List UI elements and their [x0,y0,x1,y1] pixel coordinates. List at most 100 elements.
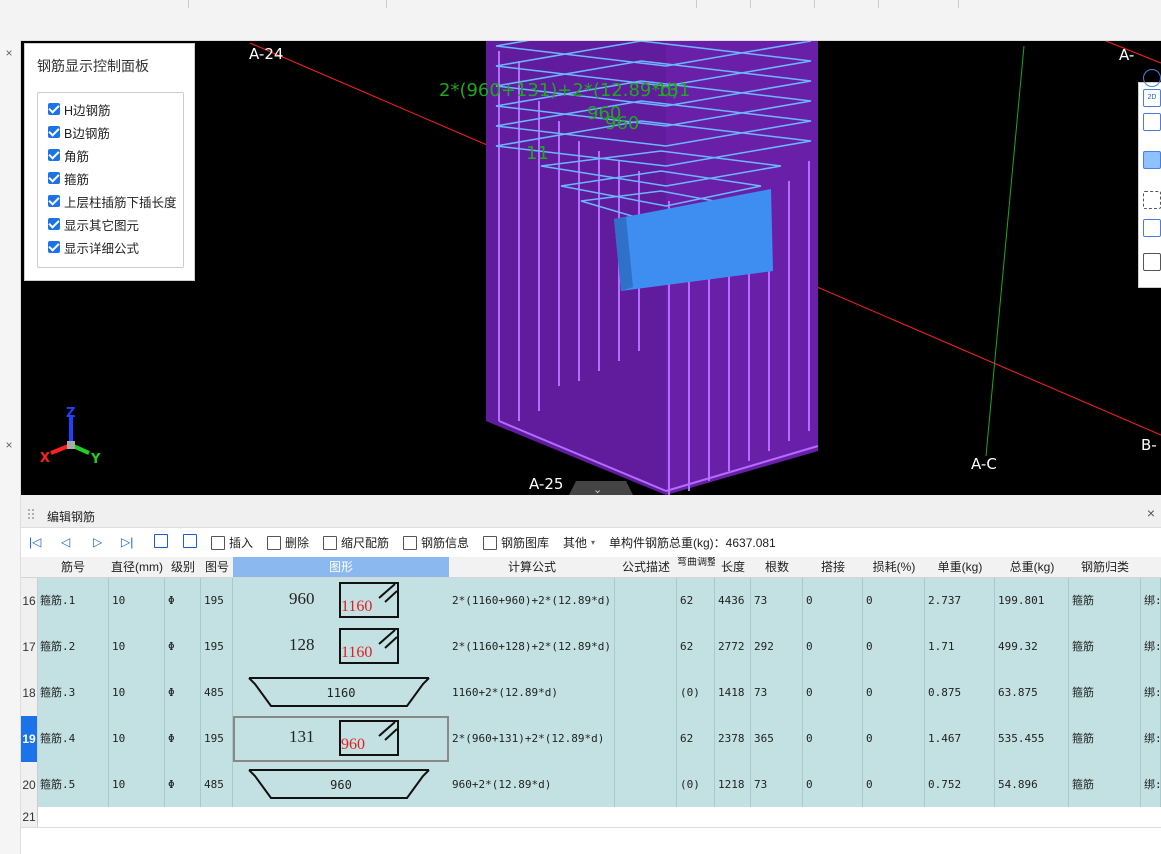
table-cell-length[interactable]: 4436 [715,578,751,624]
checkbox-checked-icon[interactable] [48,103,60,115]
column-header[interactable]: 总重(kg) [995,557,1070,578]
table-cell-loss[interactable]: 0 [863,578,925,624]
checkbox-checked-icon[interactable] [48,195,60,207]
table-cell-desc[interactable] [615,578,677,624]
column-header[interactable]: 计算公式 [449,557,616,578]
rebar-shape-figure[interactable]: 1160 [233,670,449,716]
table-cell-dia[interactable]: 10 [109,762,165,808]
table-cell-dia[interactable]: 10 [109,716,165,762]
table-cell-unit[interactable]: 1.71 [925,624,995,670]
table-cell-extra[interactable]: 绑: [1141,578,1161,624]
prev-row-icon[interactable]: ◁ [61,535,70,549]
table-cell-lap[interactable]: 0 [803,578,863,624]
table-cell-unit[interactable]: 2.737 [925,578,995,624]
rebar-shape-figure[interactable]: 131 960 [233,716,449,762]
move-down-button[interactable] [183,534,201,548]
column-header[interactable]: 图形 [233,557,450,578]
table-cell-cls[interactable]: 箍筋 [1069,762,1141,808]
other-menu-button[interactable]: 其他 ▾ [563,534,595,551]
table-cell-extra[interactable]: 绑: [1141,670,1161,716]
table-cell-formula[interactable]: 960+2*(12.89*d) [449,762,615,808]
table-cell-count[interactable]: 73 [751,670,803,716]
table-cell-length[interactable]: 2772 [715,624,751,670]
checkbox-h-rebar[interactable]: H边钢筋 [48,99,111,119]
3d-box-icon[interactable] [1143,219,1161,237]
row-number[interactable]: 17 [21,624,38,670]
cube-view-icon[interactable] [1143,151,1161,169]
top-tab[interactable] [750,0,815,8]
first-row-icon[interactable]: |◁ [29,535,41,549]
table-cell-extra[interactable]: 绑: [1141,762,1161,808]
table-cell-name[interactable]: 箍筋.4 [37,716,109,762]
table-cell-dia[interactable]: 10 [109,578,165,624]
table-cell-desc[interactable] [615,670,677,716]
rebar-shape-figure[interactable]: 960 1160 [233,578,449,624]
column-header[interactable]: 损耗(%) [863,557,926,578]
table-cell-formula[interactable]: 2*(1160+960)+2*(12.89*d) [449,578,615,624]
checkbox-show-other[interactable]: 显示其它图元 [48,214,139,234]
row-number[interactable]: 18 [21,670,38,716]
top-tab[interactable] [878,0,959,8]
checkbox-checked-icon[interactable] [48,126,60,138]
table-cell-total[interactable]: 63.875 [995,670,1069,716]
table-cell-extra[interactable]: 绑: [1141,716,1161,762]
table-cell-fig[interactable]: 195 [201,578,233,624]
box-view-icon[interactable] [1143,113,1161,131]
2d-icon[interactable]: 2D [1143,89,1161,107]
table-cell-grade[interactable]: Φ [165,762,201,808]
table-cell-bend[interactable]: 62 [677,578,715,624]
row-number[interactable]: 16 [21,578,38,624]
checkbox-dowel-length[interactable]: 上层柱插筋下插长度 [48,191,177,211]
list-icon[interactable] [1143,253,1161,271]
table-cell-dia[interactable]: 10 [109,624,165,670]
table-cell-name[interactable]: 箍筋.5 [37,762,109,808]
top-tab[interactable] [0,0,189,8]
close-icon[interactable]: × [0,46,18,60]
table-cell-grade[interactable]: Φ [165,670,201,716]
column-header[interactable]: 级别 [165,557,202,578]
table-cell-lap[interactable]: 0 [803,716,863,762]
orbit-icon[interactable] [1143,69,1161,87]
table-row[interactable]: 16 箍筋.1 10 Φ 195 960 1160 2*(1160+960)+2*(12.89… [21,578,1161,625]
table-cell-loss[interactable]: 0 [863,762,925,808]
table-row[interactable]: 17 箍筋.2 10 Φ 195 128 1160 2*(1160+128)+2*(12.89… [21,624,1161,671]
table-row[interactable]: 20 箍筋.5 10 Φ 485 960 960+2*(12.89*d) (0) 1218 73 0… [21,762,1161,809]
table-cell-bend[interactable]: 62 [677,624,715,670]
table-cell-loss[interactable]: 0 [863,670,925,716]
table-cell-count[interactable]: 365 [751,716,803,762]
column-header[interactable]: 根数 [751,557,804,578]
table-cell-extra[interactable]: 绑: [1141,624,1161,670]
table-cell-formula[interactable]: 1160+2*(12.89*d) [449,670,615,716]
rebar-shape-figure[interactable]: 960 [233,762,449,808]
column-header[interactable]: 搭接 [803,557,864,578]
table-cell-loss[interactable]: 0 [863,624,925,670]
column-header[interactable]: 弯曲调整 [677,557,716,578]
close-icon[interactable]: × [0,438,18,452]
table-cell-cls[interactable]: 箍筋 [1069,670,1141,716]
checkbox-checked-icon[interactable] [48,241,60,253]
table-cell-unit[interactable]: 0.875 [925,670,995,716]
table-cell-total[interactable]: 535.455 [995,716,1069,762]
table-cell-total[interactable]: 54.896 [995,762,1069,808]
table-cell-count[interactable]: 73 [751,578,803,624]
table-cell-formula[interactable]: 2*(1160+128)+2*(12.89*d) [449,624,615,670]
table-cell-fig[interactable]: 195 [201,716,233,762]
table-cell-name[interactable]: 箍筋.2 [37,624,109,670]
move-up-button[interactable] [154,534,172,548]
rebar-info-button[interactable]: 钢筋信息 [403,534,469,551]
table-cell-name[interactable]: 箍筋.3 [37,670,109,716]
table-cell-total[interactable]: 199.801 [995,578,1069,624]
column-header[interactable]: 钢筋归类 [1069,557,1142,578]
table-cell-bend[interactable]: (0) [677,762,715,808]
next-row-icon[interactable]: ▷ [93,535,102,549]
table-row[interactable]: 19 箍筋.4 10 Φ 195 131 960 2*(960+131)+2*(12.89*d… [21,716,1161,763]
table-cell-fig[interactable]: 485 [201,670,233,716]
table-cell-lap[interactable]: 0 [803,624,863,670]
table-row[interactable]: 18 箍筋.3 10 Φ 485 1160 1160+2*(12.89*d) (0) 1418 7… [21,670,1161,717]
table-cell-count[interactable]: 73 [751,762,803,808]
table-cell-loss[interactable]: 0 [863,716,925,762]
checkbox-stirrup[interactable]: 箍筋 [48,168,89,188]
empty-table-row[interactable]: 21 [21,807,1161,828]
table-cell-unit[interactable]: 0.752 [925,762,995,808]
table-cell-desc[interactable] [615,716,677,762]
